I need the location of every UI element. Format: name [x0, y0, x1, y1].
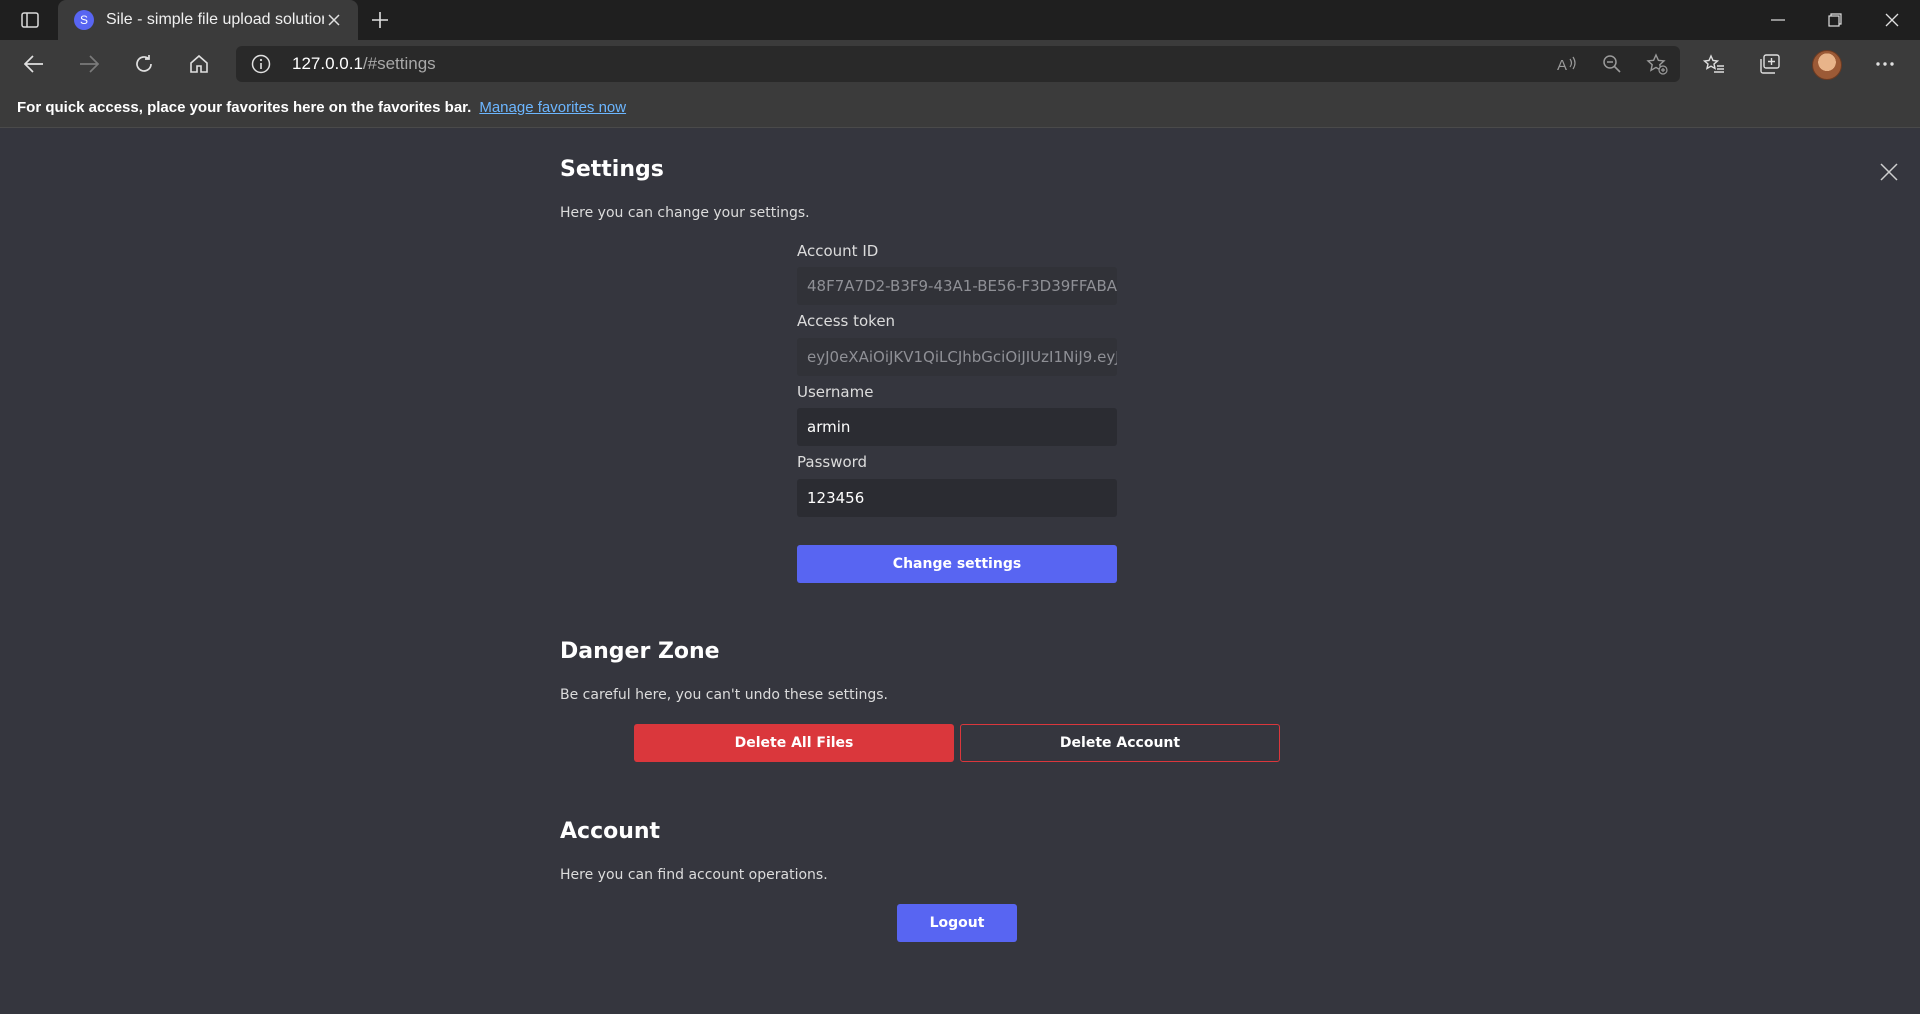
url-text[interactable]: 127.0.0.1/#settings — [292, 46, 436, 82]
new-tab-icon[interactable] — [366, 8, 394, 32]
logout-button[interactable]: Logout — [897, 904, 1017, 942]
add-favorite-star-icon[interactable] — [1644, 52, 1670, 76]
tab-strip: S Sile - simple file upload solution — [0, 0, 1920, 40]
browser-tab[interactable]: S Sile - simple file upload solution — [58, 0, 358, 40]
close-settings-icon[interactable] — [1876, 159, 1902, 185]
delete-all-files-button[interactable]: Delete All Files — [634, 724, 954, 762]
url-path: /#settings — [362, 54, 436, 73]
url-host: 127.0.0.1 — [292, 54, 363, 73]
username-input[interactable]: armin — [797, 408, 1117, 446]
access-token-label: Access token — [797, 312, 896, 330]
window-controls — [1749, 0, 1920, 40]
close-tab-icon[interactable] — [324, 10, 344, 30]
collections-icon[interactable] — [1755, 50, 1785, 78]
minimize-icon[interactable] — [1749, 0, 1806, 40]
close-window-icon[interactable] — [1863, 0, 1920, 40]
browser-toolbar: 127.0.0.1/#settings A — [0, 40, 1920, 88]
account-id-field[interactable]: 48F7A7D2-B3F9-43A1-BE56-F3D39FFABAB — [797, 267, 1117, 305]
username-label: Username — [797, 383, 874, 401]
tab-actions-icon[interactable] — [12, 6, 48, 34]
back-arrow-icon[interactable] — [18, 49, 50, 79]
access-token-field[interactable]: eyJ0eXAiOiJKV1QiLCJhbGciOiJIUzI1NiJ9.eyJ… — [797, 338, 1117, 376]
settings-title: Settings — [560, 157, 664, 182]
manage-favorites-link[interactable]: Manage favorites now — [479, 99, 626, 116]
more-menu-icon[interactable] — [1870, 50, 1900, 78]
profile-avatar[interactable] — [1812, 50, 1842, 80]
restore-icon[interactable] — [1806, 0, 1863, 40]
danger-zone-title: Danger Zone — [560, 639, 720, 664]
svg-text:A: A — [1557, 57, 1567, 73]
account-title: Account — [560, 819, 661, 844]
account-description: Here you can find account operations. — [560, 867, 828, 883]
change-settings-button[interactable]: Change settings — [797, 545, 1117, 583]
site-favicon-icon: S — [74, 10, 94, 30]
password-label: Password — [797, 453, 868, 471]
settings-description: Here you can change your settings. — [560, 205, 810, 221]
site-info-icon[interactable] — [250, 53, 272, 75]
delete-account-button[interactable]: Delete Account — [960, 724, 1280, 762]
address-bar[interactable]: 127.0.0.1/#settings A — [236, 46, 1680, 82]
home-icon[interactable] — [183, 49, 215, 79]
zoom-out-icon[interactable] — [1599, 52, 1625, 76]
favorites-icon[interactable] — [1699, 50, 1729, 78]
favorites-message: For quick access, place your favorites h… — [17, 99, 472, 116]
read-aloud-icon[interactable]: A — [1554, 52, 1580, 76]
account-id-label: Account ID — [797, 242, 879, 260]
password-input[interactable]: 123456 — [797, 479, 1117, 517]
favorites-bar: For quick access, place your favorites h… — [0, 88, 1920, 128]
refresh-icon[interactable] — [128, 49, 160, 79]
danger-zone-description: Be careful here, you can't undo these se… — [560, 687, 888, 703]
settings-page: Settings Here you can change your settin… — [0, 129, 1920, 1014]
forward-arrow-icon[interactable] — [73, 49, 105, 79]
tab-title: Sile - simple file upload solution — [106, 11, 324, 28]
